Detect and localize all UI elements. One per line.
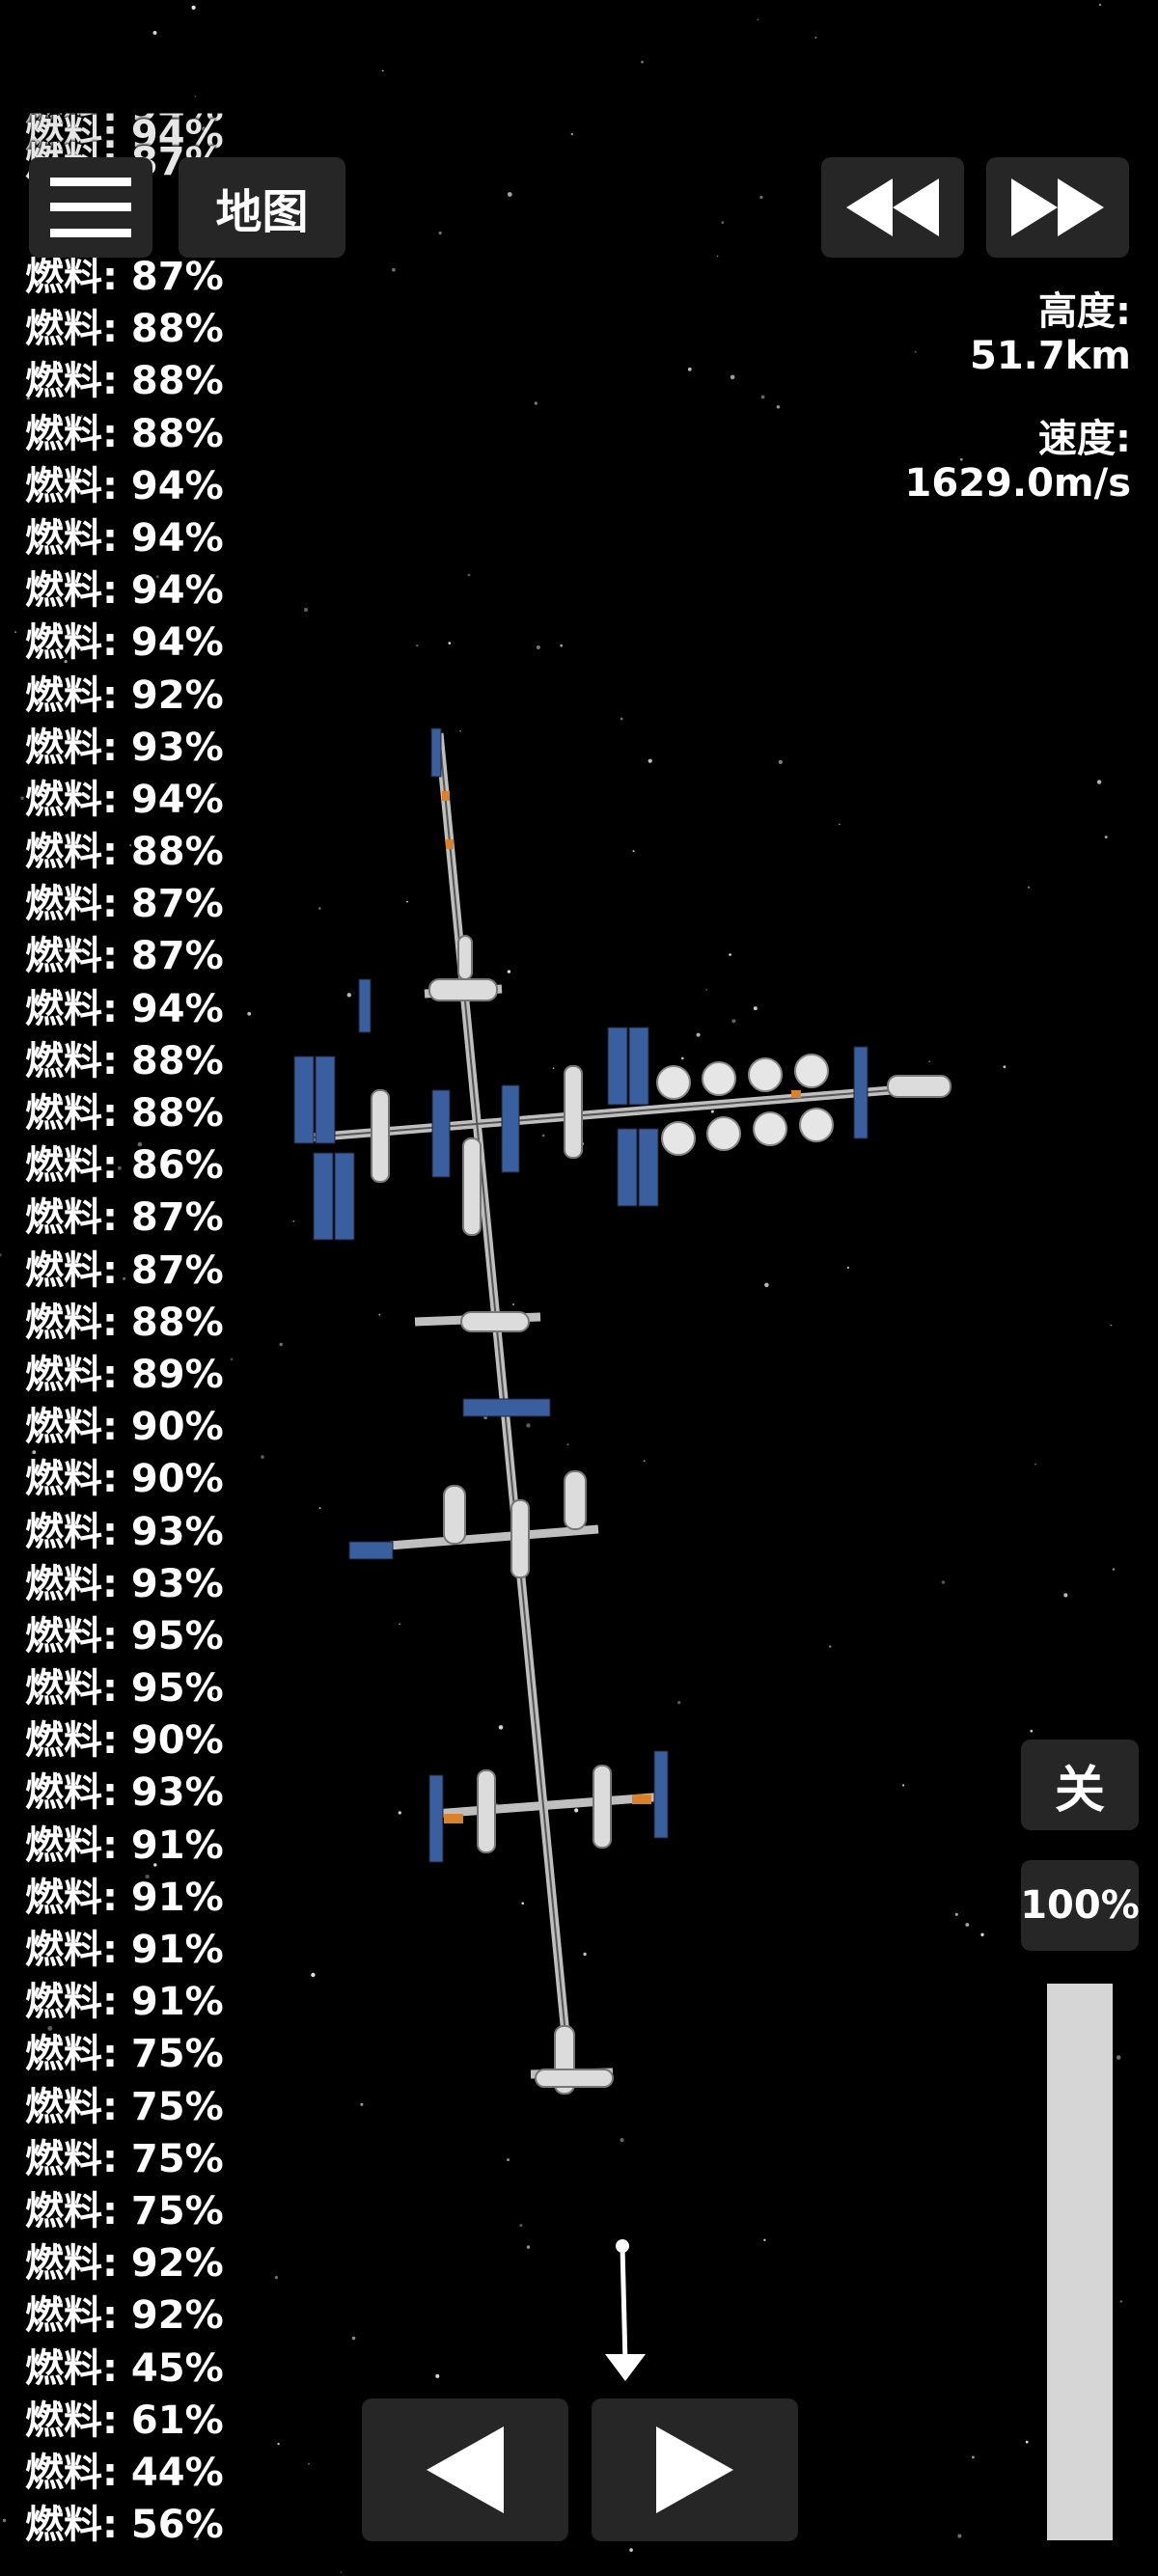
fuel-row: 燃料: 92% [25,2241,224,2287]
fuel-row: 燃料: 94% [25,463,224,508]
fuel-row: 燃料: 91% [25,1875,224,1920]
throttle-slider[interactable] [1047,1984,1113,2540]
fuel-row: 燃料: 94% [25,777,224,822]
toggle-off-label: 关 [1054,1761,1105,1820]
map-button[interactable]: 地图 [179,157,345,258]
altitude-value: 51.7km [970,334,1131,378]
throttle-slider-fill [1047,1984,1113,2540]
fuel-row: 燃料: 75% [25,2188,224,2233]
fuel-row: 燃料: 88% [25,1038,224,1083]
velocity-direction-arrow-icon [605,2239,646,2381]
fuel-row: 燃料: 44% [25,2450,224,2495]
fuel-row: 燃料: 88% [25,1300,224,1345]
fast-forward-icon [1011,178,1104,236]
fuel-row: 燃料: 92% [25,672,224,718]
fuel-row: 燃料: 93% [25,1561,224,1606]
fuel-row: 燃料: 95% [25,1666,224,1712]
solar-panels [293,727,868,1863]
fuel-row: 燃料: 75% [25,2032,224,2077]
fuel-row: 燃料: 87% [25,1247,224,1293]
speed-value: 1629.0m/s [904,461,1131,506]
rewind-icon [846,178,939,236]
speed-readout: 速度: 1629.0m/s [905,417,1131,506]
fuel-row: 燃料: 94% [25,986,224,1031]
fuel-row: 燃料: 87% [25,1195,224,1241]
fuel-row: 燃料: 93% [25,1509,224,1554]
fuel-row: 燃料: 61% [25,2398,224,2443]
fuel-row: 燃料: 88% [25,411,224,456]
fuel-row: 燃料: 45% [25,2345,224,2391]
fuel-row: 燃料: 86% [25,1143,224,1189]
altitude-readout: 高度: 51.7km [970,289,1131,378]
rotate-left-button[interactable] [362,2398,568,2541]
fuel-row: 燃料: 89% [25,1352,224,1397]
fuel-row: 燃料: 87% [25,255,224,299]
menu-button[interactable] [29,157,152,258]
fuel-row: 燃料: 93% [25,725,224,770]
fuel-row: 燃料: 88% [25,1091,224,1136]
fuel-row: 燃料: 88% [25,307,224,352]
altitude-label: 高度: [1038,289,1131,334]
speed-label: 速度: [1038,417,1131,461]
fuel-row: 燃料: 91% [25,1928,224,1972]
rotate-right-button[interactable] [592,2398,798,2541]
hamburger-menu-icon [50,178,131,237]
fuel-row: 燃料: 87% [25,882,224,927]
fuel-row: 燃料: 95% [25,1613,224,1658]
throttle-percent-label: 100% [1020,1883,1140,1928]
fuel-row: 燃料: 75% [25,2084,224,2129]
station-truss [298,732,951,2079]
fuel-row: 燃料: 94% [25,620,224,666]
fuel-row: 燃料: 91% [25,1980,224,2025]
fuel-row: 燃料: 87% [25,934,224,979]
fuel-row: 燃料: 90% [25,1457,224,1502]
rewind-button[interactable] [821,157,964,258]
throttle-percent-button[interactable]: 100% [1020,1860,1140,1951]
rotate-right-icon [656,2426,733,2513]
map-button-label: 地图 [215,185,309,239]
fuel-row: 燃料: 93% [25,1770,224,1816]
fuel-row: 燃料: 92% [25,2293,224,2339]
fuel-row: 燃料: 90% [25,1718,224,1764]
fuel-row: 燃料: 56% [25,2503,224,2548]
rotate-left-icon [427,2426,504,2513]
toggle-off-button[interactable]: 关 [1021,1740,1139,1830]
fuel-row: 燃料: 90% [25,1405,224,1450]
fuel-row: 燃料: 75% [25,2136,224,2181]
fast-forward-button[interactable] [986,157,1129,258]
fuel-row: 燃料: 88% [25,359,224,404]
fuel-row: 燃料: 94% [25,568,224,614]
fuel-row: 燃料: 88% [25,830,224,875]
fuel-row: 燃料: 91% [25,1822,224,1868]
fuel-row: 燃料: 94% [25,515,224,561]
